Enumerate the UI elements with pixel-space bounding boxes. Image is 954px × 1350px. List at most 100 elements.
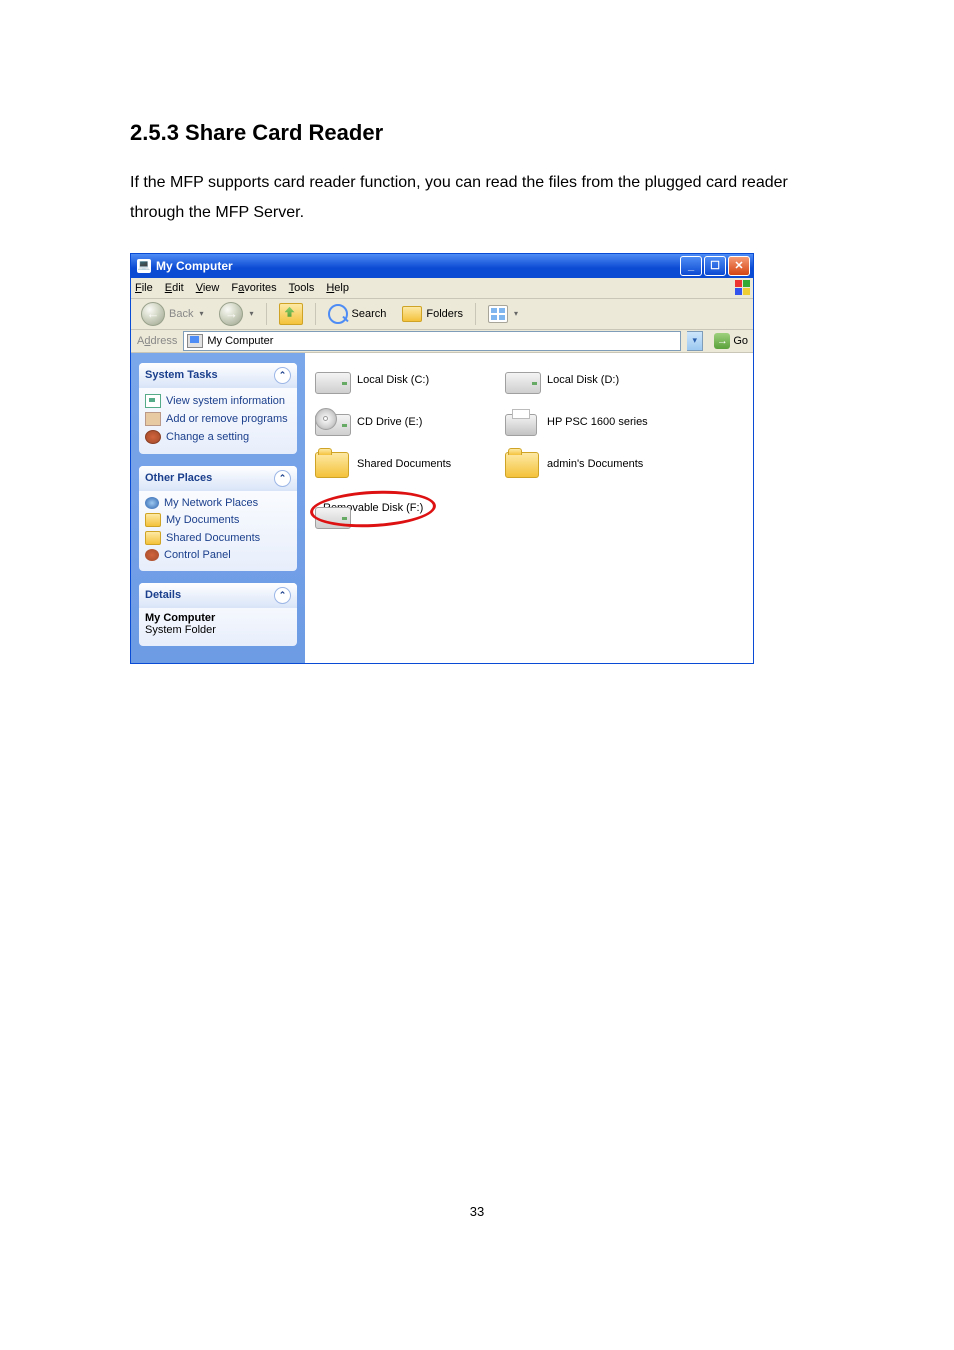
- place-network[interactable]: My Network Places: [145, 495, 291, 511]
- info-icon: [145, 394, 161, 408]
- task-view-system-info[interactable]: View system information: [145, 392, 291, 410]
- details-type: System Folder: [145, 624, 216, 636]
- details-panel: Details ⌃ My Computer System Folder: [139, 583, 297, 646]
- menu-bar: File Edit View Favorites Tools Help: [131, 278, 753, 299]
- toolbar-separator: [315, 303, 316, 325]
- place-label: My Network Places: [164, 497, 258, 509]
- system-tasks-panel: System Tasks ⌃ View system information A…: [139, 363, 297, 454]
- address-value: My Computer: [207, 335, 273, 347]
- drive-label: Local Disk (D:): [547, 374, 619, 386]
- folder-icon: [145, 531, 161, 545]
- drive-label: admin's Documents: [547, 458, 643, 470]
- drive-label: CD Drive (E:): [357, 416, 422, 428]
- details-name: My Computer: [145, 612, 215, 624]
- task-change-setting[interactable]: Change a setting: [145, 428, 291, 446]
- search-button[interactable]: Search: [322, 302, 393, 326]
- go-arrow-icon: →: [714, 333, 730, 349]
- up-one-level-button[interactable]: [273, 302, 309, 326]
- folder-admins-documents[interactable]: admin's Documents: [505, 445, 695, 483]
- folders-button[interactable]: Folders: [396, 302, 469, 326]
- window-title: My Computer: [156, 259, 678, 273]
- toolbar-separator: [266, 303, 267, 325]
- drive-local-d[interactable]: Local Disk (D:): [505, 361, 695, 399]
- section-heading: 2.5.3 Share Card Reader: [130, 120, 824, 146]
- control-panel-icon: [145, 549, 159, 561]
- printer-icon: [505, 414, 537, 436]
- minimize-button[interactable]: _: [680, 256, 702, 276]
- box-icon: [145, 412, 161, 426]
- titlebar[interactable]: 💻 My Computer _ ☐ ✕: [131, 254, 753, 278]
- search-label: Search: [352, 308, 387, 320]
- drive-label: Shared Documents: [357, 458, 451, 470]
- views-icon: [488, 305, 508, 323]
- task-label: Change a setting: [166, 431, 249, 443]
- drive-local-c[interactable]: Local Disk (C:): [315, 361, 505, 399]
- back-label: Back: [169, 308, 193, 320]
- place-label: Shared Documents: [166, 532, 260, 544]
- place-shared-docs[interactable]: Shared Documents: [145, 529, 291, 547]
- chevron-down-icon: ▾: [514, 309, 518, 318]
- windows-flag-icon: [735, 280, 750, 295]
- printer-hp-psc-1600[interactable]: HP PSC 1600 series: [505, 403, 695, 441]
- folder-icon: [505, 452, 539, 478]
- drive-removable-f[interactable]: Removable Disk (F:): [315, 487, 505, 529]
- folders-icon: [402, 306, 422, 322]
- maximize-button[interactable]: ☐: [704, 256, 726, 276]
- collapse-button[interactable]: ⌃: [274, 470, 291, 487]
- task-add-remove-programs[interactable]: Add or remove programs: [145, 410, 291, 428]
- page-number: 33: [130, 1204, 824, 1219]
- drive-label: HP PSC 1600 series: [547, 416, 648, 428]
- place-control-panel[interactable]: Control Panel: [145, 547, 291, 563]
- views-button[interactable]: ▾: [482, 302, 524, 326]
- cd-icon: [315, 408, 337, 430]
- close-button[interactable]: ✕: [728, 256, 750, 276]
- task-label: View system information: [166, 395, 285, 407]
- forward-button[interactable]: → ▾: [213, 302, 259, 326]
- hard-disk-icon: [505, 372, 541, 394]
- drive-label: Local Disk (C:): [357, 374, 429, 386]
- task-label: Add or remove programs: [166, 413, 288, 425]
- menu-edit[interactable]: Edit: [165, 282, 184, 294]
- folder-shared-documents[interactable]: Shared Documents: [315, 445, 505, 483]
- drive-cd-e[interactable]: CD Drive (E:): [315, 403, 505, 441]
- folders-label: Folders: [426, 308, 463, 320]
- chevron-down-icon: ▾: [249, 309, 253, 318]
- explorer-sidebar: System Tasks ⌃ View system information A…: [131, 353, 305, 663]
- folder-icon: [145, 513, 161, 527]
- folder-icon: [315, 452, 349, 478]
- place-my-documents[interactable]: My Documents: [145, 511, 291, 529]
- details-title: Details: [145, 589, 181, 601]
- my-computer-small-icon: [187, 334, 203, 348]
- place-label: Control Panel: [164, 549, 231, 561]
- address-field[interactable]: My Computer: [183, 331, 681, 351]
- menu-tools[interactable]: Tools: [289, 282, 315, 294]
- gear-icon: [145, 430, 161, 444]
- back-button[interactable]: ← Back ▾: [135, 302, 209, 326]
- folder-contents: Local Disk (C:) Local Disk (D:) CD Drive…: [305, 353, 753, 663]
- menu-view[interactable]: View: [196, 282, 220, 294]
- other-places-panel: Other Places ⌃ My Network Places My Docu…: [139, 466, 297, 571]
- section-paragraph: If the MFP supports card reader function…: [130, 168, 824, 229]
- collapse-button[interactable]: ⌃: [274, 367, 291, 384]
- my-computer-icon: 💻: [137, 259, 151, 273]
- go-button[interactable]: → Go: [709, 333, 753, 349]
- forward-arrow-icon: →: [219, 302, 243, 326]
- place-label: My Documents: [166, 514, 239, 526]
- my-computer-window: 💻 My Computer _ ☐ ✕ File Edit View Favor…: [130, 253, 754, 664]
- address-label: Address: [137, 335, 177, 347]
- removable-disk-icon: [315, 507, 351, 529]
- menu-help[interactable]: Help: [326, 282, 349, 294]
- collapse-button[interactable]: ⌃: [274, 587, 291, 604]
- other-places-title: Other Places: [145, 472, 212, 484]
- menu-file[interactable]: File: [135, 282, 153, 294]
- hard-disk-icon: [315, 372, 351, 394]
- menu-favorites[interactable]: Favorites: [231, 282, 276, 294]
- address-dropdown-button[interactable]: ▾: [687, 331, 703, 351]
- address-bar: Address My Computer ▾ → Go: [131, 330, 753, 353]
- toolbar-separator: [475, 303, 476, 325]
- back-arrow-icon: ←: [141, 302, 165, 326]
- chevron-down-icon: ▾: [199, 309, 203, 318]
- go-label: Go: [733, 335, 748, 347]
- toolbar: ← Back ▾ → ▾ Search Folders: [131, 299, 753, 330]
- network-icon: [145, 497, 159, 509]
